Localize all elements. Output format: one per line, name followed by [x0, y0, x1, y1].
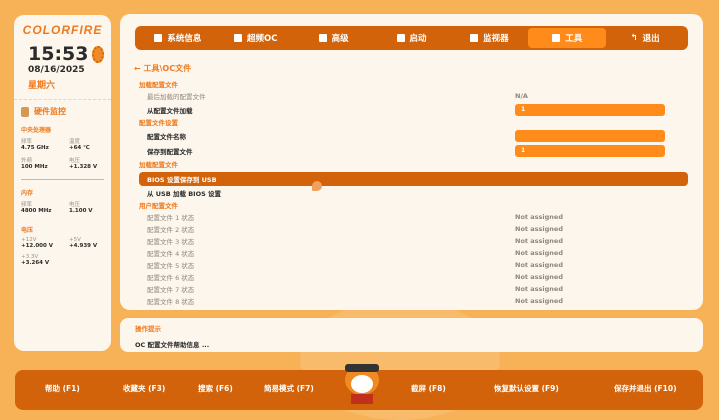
profile-label: 配置文件 2 状态: [147, 226, 195, 234]
v33: +3.264 V: [21, 260, 50, 266]
profile-label: 配置文件 1 状态: [147, 214, 195, 222]
profile-label: 配置文件 5 状态: [147, 262, 195, 270]
profile-status: Not assigned: [515, 213, 563, 221]
hw-title: 硬件监控: [34, 107, 66, 116]
profile-status: Not assigned: [515, 285, 563, 293]
divider: [21, 179, 104, 180]
cpu-temp: +64 ℃: [69, 145, 90, 151]
tab-advanced[interactable]: 高级: [295, 28, 373, 48]
voltage-stats: +12V +12.000 V +5V +4.939 V +3.3V +3.264 V: [21, 237, 104, 269]
tab-tools[interactable]: 工具: [528, 28, 607, 48]
v5: +4.939 V: [69, 243, 98, 249]
hint-text: OC 配置文件帮助信息 ...: [135, 341, 210, 349]
section-header: 加载配置文件: [139, 161, 178, 169]
profile-label: 配置文件 6 状态: [147, 274, 195, 282]
cpu-volt: +1.328 V: [69, 164, 98, 170]
easy-mode-button[interactable]: 简易模式 (F7): [264, 383, 314, 394]
profile-label: 配置文件 7 状态: [147, 286, 195, 294]
label: 温度: [69, 139, 81, 145]
hint-title: 操作提示: [135, 325, 161, 333]
section-header: 加载配置文件: [139, 81, 178, 89]
back-arrow-icon[interactable]: ←: [134, 64, 144, 73]
toolbox-icon: [552, 34, 561, 42]
breadcrumb[interactable]: ← 工具\OC文件: [134, 63, 191, 74]
help-button[interactable]: 帮助 (F1): [45, 383, 80, 394]
clock-time: 15:53: [28, 43, 89, 65]
tab-exit[interactable]: ↰ 退出: [606, 28, 684, 48]
cpu-title: 中央处理器: [21, 127, 52, 134]
profile-status-row: 配置文件 8 状态 Not assigned: [139, 295, 688, 307]
profile-status-row: 配置文件 4 状态 Not assigned: [139, 247, 688, 259]
profile-status-row: 配置文件 3 状态 Not assigned: [139, 235, 688, 247]
gear-icon: [92, 45, 104, 63]
profile-status-row: 配置文件 2 状态 Not assigned: [139, 223, 688, 235]
mouse-cursor: [312, 181, 322, 191]
last-loaded-profile: 最后加载的配置文件 N/A: [147, 92, 528, 101]
favorites-button[interactable]: 收藏夹 (F3): [123, 383, 165, 394]
weekday: 星期六: [28, 81, 56, 91]
power-icon: [396, 34, 405, 42]
mem-freq: 4800 MHz: [21, 208, 52, 214]
nav-bar: 系统信息 超频OC 高级 启动 监视器 工具 ↰ 退出: [135, 26, 688, 50]
profile-status-row: 配置文件 6 状态 Not assigned: [139, 271, 688, 283]
logo: COLORFIRE: [22, 23, 103, 37]
load-defaults-button[interactable]: 恢复默认设置 (F9): [494, 383, 559, 394]
mem-volt: 1.100 V: [69, 208, 93, 214]
screenshot-button[interactable]: 截屏 (F8): [411, 383, 446, 394]
rocket-icon: [234, 34, 243, 42]
label: 电压: [69, 158, 81, 164]
monitor-icon: [470, 34, 479, 42]
divider: [14, 99, 111, 100]
main-panel: 系统信息 超频OC 高级 启动 监视器 工具 ↰ 退出 ← 工具\OC文件 加载配…: [120, 14, 703, 310]
label: 外频: [21, 158, 33, 164]
mascot-image: [345, 364, 379, 404]
profile-status: Not assigned: [515, 273, 563, 281]
save-to-profile[interactable]: 保存到配置文件 1: [139, 145, 688, 157]
tab-monitor[interactable]: 监视器: [450, 28, 528, 48]
label: 频率: [21, 139, 33, 145]
profile-status: Not assigned: [515, 237, 563, 245]
search-button[interactable]: 搜索 (F6): [198, 383, 233, 394]
load-from-select[interactable]: 1: [515, 104, 665, 116]
profile-label: 配置文件 3 状态: [147, 238, 195, 246]
profile-status: Not assigned: [515, 225, 563, 233]
tab-system-info[interactable]: 系统信息: [139, 28, 217, 48]
cpu-stats: 频率 4.75 GHz 温度 +64 ℃ 外频 100 MHz 电压 +1.328 V: [21, 137, 104, 173]
label: 电压: [69, 202, 81, 208]
profile-status: Not assigned: [515, 297, 563, 305]
load-bios-from-usb[interactable]: 从 USB 加载 BIOS 设置: [139, 187, 688, 199]
date: 08/16/2025: [28, 65, 85, 75]
save-to-select[interactable]: 1: [515, 145, 665, 157]
mem-title: 内存: [21, 190, 34, 197]
profile-name[interactable]: 配置文件名称: [139, 130, 688, 142]
cpu-freq: 4.75 GHz: [21, 145, 49, 151]
cpu-ext: 100 MHz: [21, 164, 48, 170]
load-from-profile[interactable]: 从配置文件加载 1: [139, 104, 688, 116]
profile-status-row: 配置文件 5 状态 Not assigned: [139, 259, 688, 271]
hardware-icon: [21, 106, 29, 117]
chip-icon: [318, 34, 327, 42]
save-bios-to-usb[interactable]: BIOS 设置保存到 USB: [139, 172, 688, 186]
hint-panel: 操作提示 OC 配置文件帮助信息 ...: [120, 318, 703, 352]
profile-label: 配置文件 4 状态: [147, 250, 195, 258]
grid-icon: [154, 34, 163, 42]
profile-status-row: 配置文件 7 状态 Not assigned: [139, 283, 688, 295]
voltage-title: 电压: [21, 227, 34, 234]
label: 频率: [21, 202, 33, 208]
save-exit-button[interactable]: 保存并退出 (F10): [614, 383, 677, 394]
tab-boot[interactable]: 启动: [373, 28, 451, 48]
v12: +12.000 V: [21, 243, 54, 249]
mem-stats: 频率 4800 MHz 电压 1.100 V: [21, 200, 104, 217]
profile-name-input[interactable]: [515, 130, 665, 142]
sidebar: COLORFIRE 15:53 08/16/2025 星期六 硬件监控 中央处理…: [14, 15, 111, 351]
last-loaded-value: N/A: [515, 92, 528, 100]
tab-overclock[interactable]: 超频OC: [217, 28, 295, 48]
section-header: 配置文件设置: [139, 119, 178, 127]
profile-label: 配置文件 8 状态: [147, 298, 195, 306]
section-header: 用户配置文件: [139, 202, 178, 210]
profile-status: Not assigned: [515, 249, 563, 257]
back-arrow-icon: ↰: [630, 33, 638, 43]
profile-status-row: 配置文件 1 状态 Not assigned: [139, 211, 688, 223]
profile-status: Not assigned: [515, 261, 563, 269]
